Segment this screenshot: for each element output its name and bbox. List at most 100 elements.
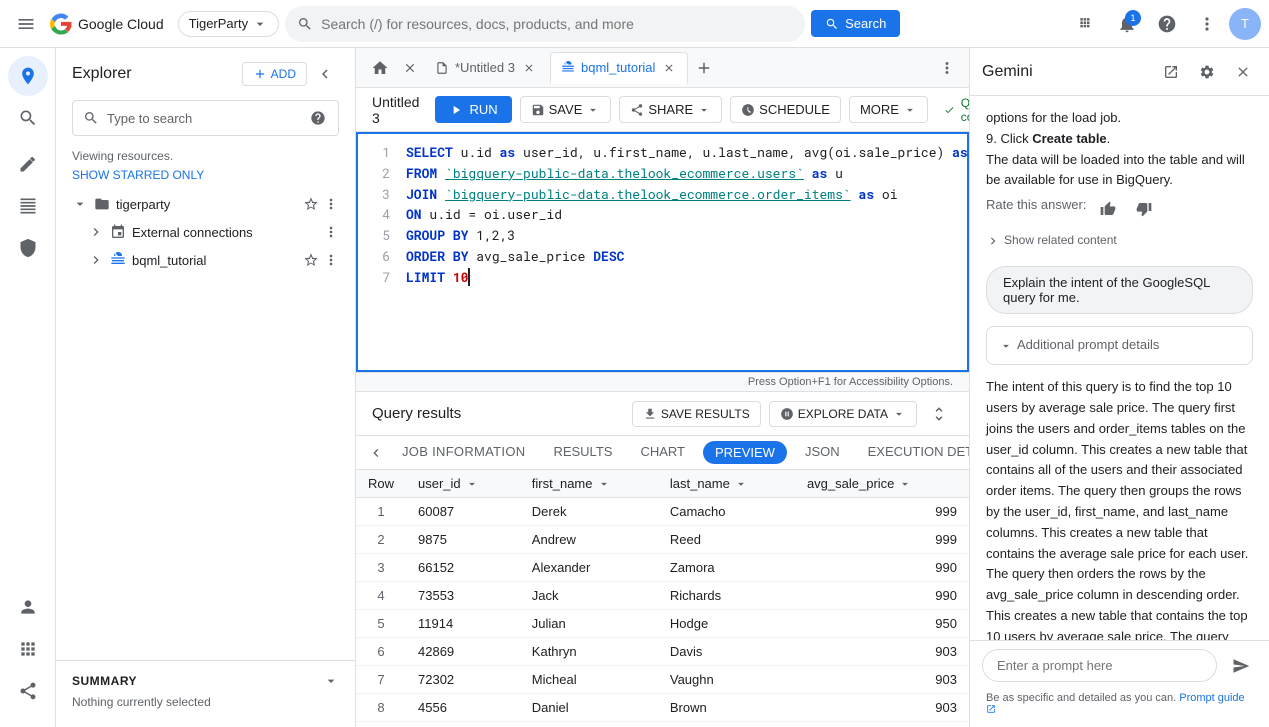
col-avg-sale-price-header[interactable]: avg_sale_price — [795, 470, 969, 498]
gemini-hint: Be as specific and detailed as you can. … — [970, 690, 1269, 727]
tab-untitled3-label: *Untitled 3 — [455, 60, 515, 75]
project-selector[interactable]: TigerParty — [178, 11, 279, 37]
external-connections-item[interactable]: External connections — [56, 218, 355, 246]
save-btn[interactable]: SAVE — [520, 96, 612, 123]
rail-search-icon[interactable] — [8, 98, 48, 138]
prompt-guide-link[interactable]: Prompt guide — [1179, 692, 1244, 704]
topbar-search[interactable] — [285, 6, 805, 42]
more-vert-project-icon[interactable] — [323, 196, 339, 212]
explore-data-btn[interactable]: EXPLORE DATA — [769, 401, 917, 427]
explore-chevron-icon — [892, 407, 906, 421]
query-title: Untitled 3 — [372, 94, 419, 126]
gemini-create-table-link[interactable]: Create table — [1032, 131, 1106, 146]
gemini-open-icon-btn[interactable] — [1157, 58, 1185, 86]
summary-chevron-icon — [323, 673, 339, 689]
gemini-close-btn[interactable] — [1229, 58, 1257, 86]
close-bqml-icon — [663, 62, 675, 74]
show-starred-link[interactable]: SHOW STARRED ONLY — [72, 168, 204, 182]
rail-share-icon[interactable] — [8, 671, 48, 711]
rail-person-icon[interactable] — [8, 587, 48, 627]
avatar[interactable]: T — [1229, 8, 1261, 40]
close-bqml-btn[interactable] — [661, 60, 677, 76]
gemini-header: Gemini — [970, 48, 1269, 96]
tab-bqml-tutorial[interactable]: bqml_tutorial — [550, 52, 688, 84]
thumbs-down-icon-1 — [1136, 201, 1152, 217]
col-row-header: Row — [356, 470, 406, 498]
code-line-1: 1 SELECT u.id as user_id, u.first_name, … — [358, 142, 967, 163]
tab-chart[interactable]: CHART — [626, 436, 699, 469]
menu-icon[interactable] — [8, 6, 44, 42]
tab-execution-details[interactable]: EXECUTION DETAILS — [854, 436, 969, 469]
sidebar-search-box[interactable]: Type to search — [72, 100, 339, 136]
col-first-name-header[interactable]: first_name — [520, 470, 658, 498]
accessibility-bar: Press Option+F1 for Accessibility Option… — [356, 372, 969, 391]
collapse-sidebar-btn[interactable] — [311, 60, 339, 88]
thumbs-up-btn-1[interactable] — [1094, 195, 1122, 223]
add-resource-btn[interactable]: ADD — [242, 62, 307, 86]
table-row: 8 4556 Daniel Brown 903 — [356, 694, 969, 722]
gemini-intro-options: options for the load job. — [986, 108, 1253, 129]
tab-more-options-btn[interactable] — [933, 54, 961, 82]
gemini-send-btn[interactable] — [1225, 650, 1257, 682]
col-last-name-header[interactable]: last_name — [658, 470, 795, 498]
bqml-tutorial-item[interactable]: bqml_tutorial — [56, 246, 355, 274]
tab-job-info[interactable]: JOB INFORMATION — [388, 436, 539, 469]
more-options-btn[interactable] — [1189, 6, 1225, 42]
tab-untitled3[interactable]: *Untitled 3 — [424, 52, 548, 84]
additional-prompt-label: Additional prompt details — [1017, 335, 1159, 356]
summary-header[interactable]: SUMMARY — [72, 673, 339, 689]
query-status-text: Query completed. — [961, 96, 969, 124]
gemini-intro-step: 9. Click Create table. — [986, 129, 1253, 150]
rail-explorer-icon[interactable] — [8, 56, 48, 96]
code-editor[interactable]: 1 SELECT u.id as user_id, u.first_name, … — [356, 132, 969, 372]
star-icon[interactable] — [303, 196, 319, 212]
home-tab-btn[interactable] — [364, 52, 396, 84]
tab-results[interactable]: RESULTS — [539, 436, 626, 469]
gemini-explanation: The intent of this query is to find the … — [986, 377, 1253, 640]
share-btn[interactable]: SHARE — [619, 96, 722, 123]
help-btn[interactable] — [1149, 6, 1185, 42]
close-untitled3-btn[interactable] — [521, 60, 537, 76]
notification-btn[interactable]: 1 — [1109, 6, 1145, 42]
sort-first-name-icon — [597, 477, 611, 491]
run-btn[interactable]: RUN — [435, 96, 511, 123]
tab-json[interactable]: JSON — [791, 436, 854, 469]
add-tab-btn[interactable] — [690, 54, 718, 82]
rail-table-icon[interactable] — [8, 186, 48, 226]
sidebar-search-help-icon[interactable] — [308, 108, 328, 128]
table-row: 3 66152 Alexander Zamora 990 — [356, 554, 969, 582]
close-home-icon — [403, 61, 417, 75]
search-button[interactable]: Search — [811, 10, 900, 37]
rail-apps-icon[interactable] — [8, 629, 48, 669]
rail-settings-icon[interactable] — [8, 228, 48, 268]
gemini-prompt-input[interactable] — [982, 649, 1217, 682]
rail-compose-icon[interactable] — [8, 144, 48, 184]
sidebar-title: Explorer — [72, 65, 132, 83]
schedule-btn[interactable]: SCHEDULE — [730, 96, 841, 123]
gemini-settings-btn[interactable] — [1193, 58, 1221, 86]
home-tab-close[interactable] — [398, 56, 422, 80]
tab-preview[interactable]: PREVIEW — [703, 441, 787, 464]
connection-icon — [108, 222, 128, 242]
additional-prompt-section[interactable]: Additional prompt details — [986, 326, 1253, 365]
grid-icon-btn[interactable] — [1069, 6, 1105, 42]
search-input[interactable] — [321, 16, 793, 32]
results-table[interactable]: Row user_id first_name — [356, 470, 969, 727]
more-btn[interactable]: MORE — [849, 96, 928, 123]
help-icon — [1157, 14, 1177, 34]
results-prev-btn[interactable] — [364, 441, 388, 465]
more-vert-ext-icon[interactable] — [323, 224, 339, 240]
tab-bar: *Untitled 3 bqml_tutorial — [356, 48, 969, 88]
sidebar: Explorer ADD Type to search View — [56, 48, 356, 727]
star-bqml-icon[interactable] — [303, 252, 319, 268]
more-vert-bqml-icon[interactable] — [323, 252, 339, 268]
explain-btn[interactable]: Explain the intent of the GoogleSQL quer… — [986, 266, 1253, 314]
save-results-btn[interactable]: SAVE RESULTS — [632, 401, 761, 427]
col-user-id-header[interactable]: user_id — [406, 470, 520, 498]
thumbs-down-btn-1[interactable] — [1130, 195, 1158, 223]
code-line-2: 2 FROM `bigquery-public-data.thelook_eco… — [358, 163, 967, 184]
results-tabs: JOB INFORMATION RESULTS CHART PREVIEW JS… — [356, 436, 969, 470]
project-item-tigerparty[interactable]: tigerparty — [56, 190, 355, 218]
results-more-btn[interactable] — [925, 400, 953, 428]
show-related-1[interactable]: Show related content — [986, 231, 1253, 250]
